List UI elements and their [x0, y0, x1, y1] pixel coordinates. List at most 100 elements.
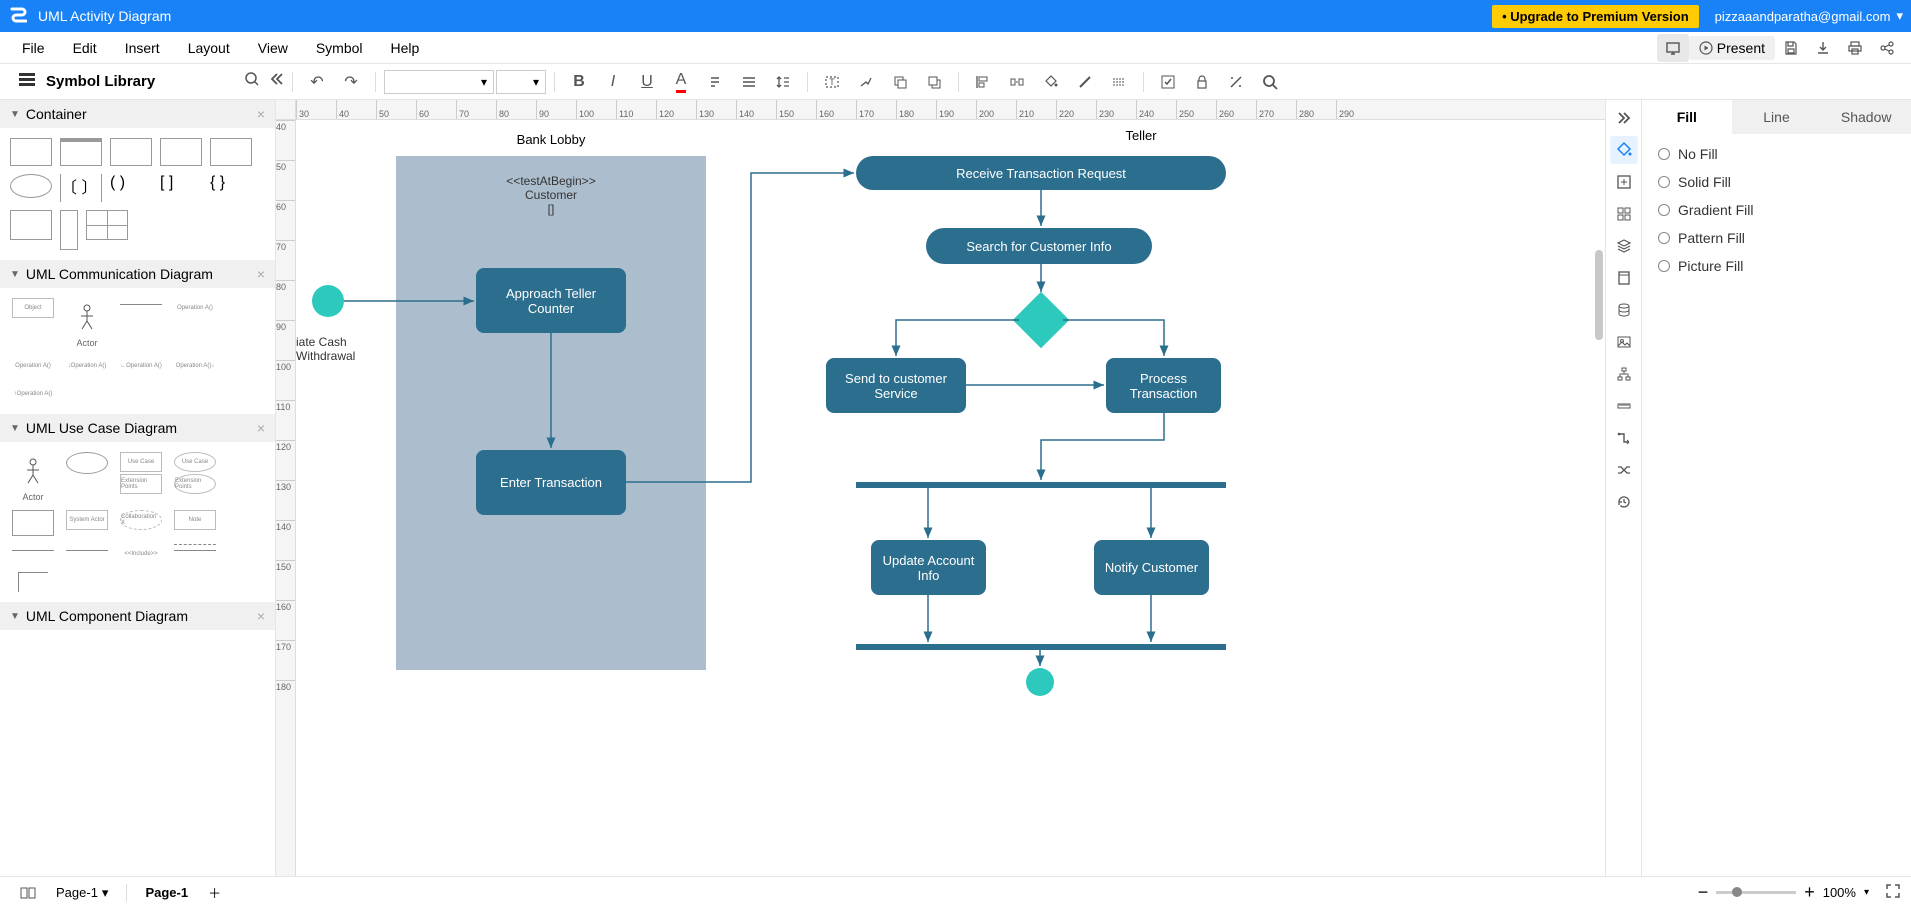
menu-file[interactable]: File	[8, 34, 59, 62]
connector-tool-icon[interactable]	[1610, 424, 1638, 452]
stencil-usecase-ellipse[interactable]	[66, 452, 108, 474]
zoom-slider[interactable]	[1716, 891, 1796, 894]
stencil-rect[interactable]	[60, 138, 102, 166]
fill-option-nofill[interactable]: No Fill	[1658, 146, 1895, 162]
decision-node[interactable]	[1013, 292, 1070, 349]
page-setup-icon[interactable]	[1610, 264, 1638, 292]
grid-tool-icon[interactable]	[1610, 200, 1638, 228]
fullscreen-icon[interactable]	[1885, 883, 1901, 902]
font-color-button[interactable]: A	[665, 68, 697, 96]
stencil-system-actor[interactable]: System Actor	[66, 510, 108, 530]
close-icon[interactable]: ×	[257, 420, 265, 436]
zoom-level[interactable]: 100%	[1823, 885, 1856, 900]
menu-view[interactable]: View	[244, 34, 302, 62]
fill-tool-icon[interactable]	[1610, 136, 1638, 164]
stencil-ellipse[interactable]	[10, 174, 52, 198]
stencil-system-boundary[interactable]	[12, 510, 54, 536]
stencil-thin-rect[interactable]	[10, 210, 52, 240]
text-box-button[interactable]: T	[816, 68, 848, 96]
menu-insert[interactable]: Insert	[111, 34, 174, 62]
start-node[interactable]	[312, 285, 344, 317]
stencil-bracket[interactable]: [ ]	[160, 174, 202, 202]
tab-fill[interactable]: Fill	[1642, 100, 1732, 134]
stencil-include[interactable]: <<Include>>	[120, 544, 162, 564]
node-process-transaction[interactable]: Process Transaction	[1106, 358, 1221, 413]
stencil-operation[interactable]: ↓ Operation A()	[66, 356, 108, 376]
align-objects-button[interactable]	[967, 68, 999, 96]
sync-bar-2[interactable]	[856, 644, 1226, 650]
category-header-component[interactable]: ▼ UML Component Diagram ×	[0, 602, 275, 630]
font-family-dropdown[interactable]: ▾	[384, 70, 494, 94]
node-receive-request[interactable]: Receive Transaction Request	[856, 156, 1226, 190]
menu-symbol[interactable]: Symbol	[302, 34, 377, 62]
present-button[interactable]: Present	[1689, 36, 1775, 60]
image-icon[interactable]	[1610, 328, 1638, 356]
canvas-scrollbar[interactable]	[1595, 250, 1603, 340]
stencil-operation[interactable]: Operation A()	[174, 298, 216, 318]
underline-button[interactable]: U	[631, 68, 663, 96]
stencil-association[interactable]	[12, 544, 54, 556]
stencil-actor[interactable]	[66, 298, 108, 338]
category-header-usecase[interactable]: ▼ UML Use Case Diagram ×	[0, 414, 275, 442]
end-node-partial[interactable]	[1026, 668, 1054, 696]
menu-edit[interactable]: Edit	[59, 34, 111, 62]
close-icon[interactable]: ×	[257, 106, 265, 122]
save-button[interactable]	[1775, 34, 1807, 62]
align-button[interactable]	[733, 68, 765, 96]
italic-button[interactable]: I	[597, 68, 629, 96]
zoom-out-button[interactable]: −	[1698, 882, 1709, 903]
sync-bar[interactable]	[856, 482, 1226, 488]
canvas-area[interactable]: 3040506070809010011012013014015016017018…	[276, 100, 1605, 876]
collapse-sidebar-icon[interactable]	[270, 72, 284, 91]
fill-option-gradient[interactable]: Gradient Fill	[1658, 202, 1895, 218]
stencil-rect[interactable]	[110, 138, 152, 166]
stencil-actor[interactable]	[12, 452, 54, 492]
stencil-operation[interactable]: Operation A()	[12, 356, 54, 376]
distribute-button[interactable]	[1001, 68, 1033, 96]
add-page-button[interactable]: ＋	[198, 879, 231, 906]
font-size-dropdown[interactable]: ▾	[496, 70, 546, 94]
stencil-usecase[interactable]: Use Case	[120, 452, 162, 472]
page-list-icon[interactable]	[10, 882, 46, 904]
stencil-association[interactable]	[66, 544, 108, 556]
checkbox-tool-button[interactable]	[1152, 68, 1184, 96]
share-button[interactable]	[1871, 34, 1903, 62]
lock-button[interactable]	[1186, 68, 1218, 96]
page-tab[interactable]: Page-1	[135, 881, 198, 904]
line-spacing-button[interactable]	[767, 68, 799, 96]
ruler-tool-icon[interactable]	[1610, 392, 1638, 420]
stencil-bracket[interactable]: 〔 〕	[60, 174, 102, 202]
stencil-operation[interactable]: ↑ Operation A()	[12, 384, 54, 404]
stencil-operation[interactable]: ← Operation A()	[120, 356, 162, 376]
bold-button[interactable]: B	[563, 68, 595, 96]
stencil-corner[interactable]	[18, 572, 48, 592]
stencil-dependency[interactable]	[174, 544, 216, 556]
expand-panel-icon[interactable]	[1610, 104, 1638, 132]
shape-back-button[interactable]	[918, 68, 950, 96]
menu-help[interactable]: Help	[377, 34, 434, 62]
download-button[interactable]	[1807, 34, 1839, 62]
close-icon[interactable]: ×	[257, 608, 265, 624]
node-send-customer-service[interactable]: Send to customer Service	[826, 358, 966, 413]
database-icon[interactable]	[1610, 296, 1638, 324]
page-selector[interactable]: Page-1 ▾	[46, 881, 118, 905]
stencil-collaboration[interactable]: Collaboration X	[120, 510, 162, 530]
history-icon[interactable]	[1610, 488, 1638, 516]
close-icon[interactable]: ×	[257, 266, 265, 282]
stencil-grid[interactable]	[86, 210, 128, 240]
undo-button[interactable]: ↶	[301, 68, 333, 96]
stencil-rect[interactable]	[160, 138, 202, 166]
stencil-operation[interactable]: Operation A() ↓	[174, 356, 216, 376]
tab-line[interactable]: Line	[1732, 100, 1822, 134]
tools-button[interactable]	[1220, 68, 1252, 96]
category-header-communication[interactable]: ▼ UML Communication Diagram ×	[0, 260, 275, 288]
user-menu[interactable]: pizzaaandparatha@gmail.com ▾	[1715, 8, 1903, 24]
menu-layout[interactable]: Layout	[174, 34, 244, 62]
shuffle-icon[interactable]	[1610, 456, 1638, 484]
connector-button[interactable]	[850, 68, 882, 96]
upgrade-button[interactable]: • Upgrade to Premium Version	[1492, 5, 1699, 28]
search-canvas-button[interactable]	[1254, 68, 1286, 96]
stencil-rect[interactable]	[210, 138, 252, 166]
tab-shadow[interactable]: Shadow	[1821, 100, 1911, 134]
node-search-customer[interactable]: Search for Customer Info	[926, 228, 1152, 264]
